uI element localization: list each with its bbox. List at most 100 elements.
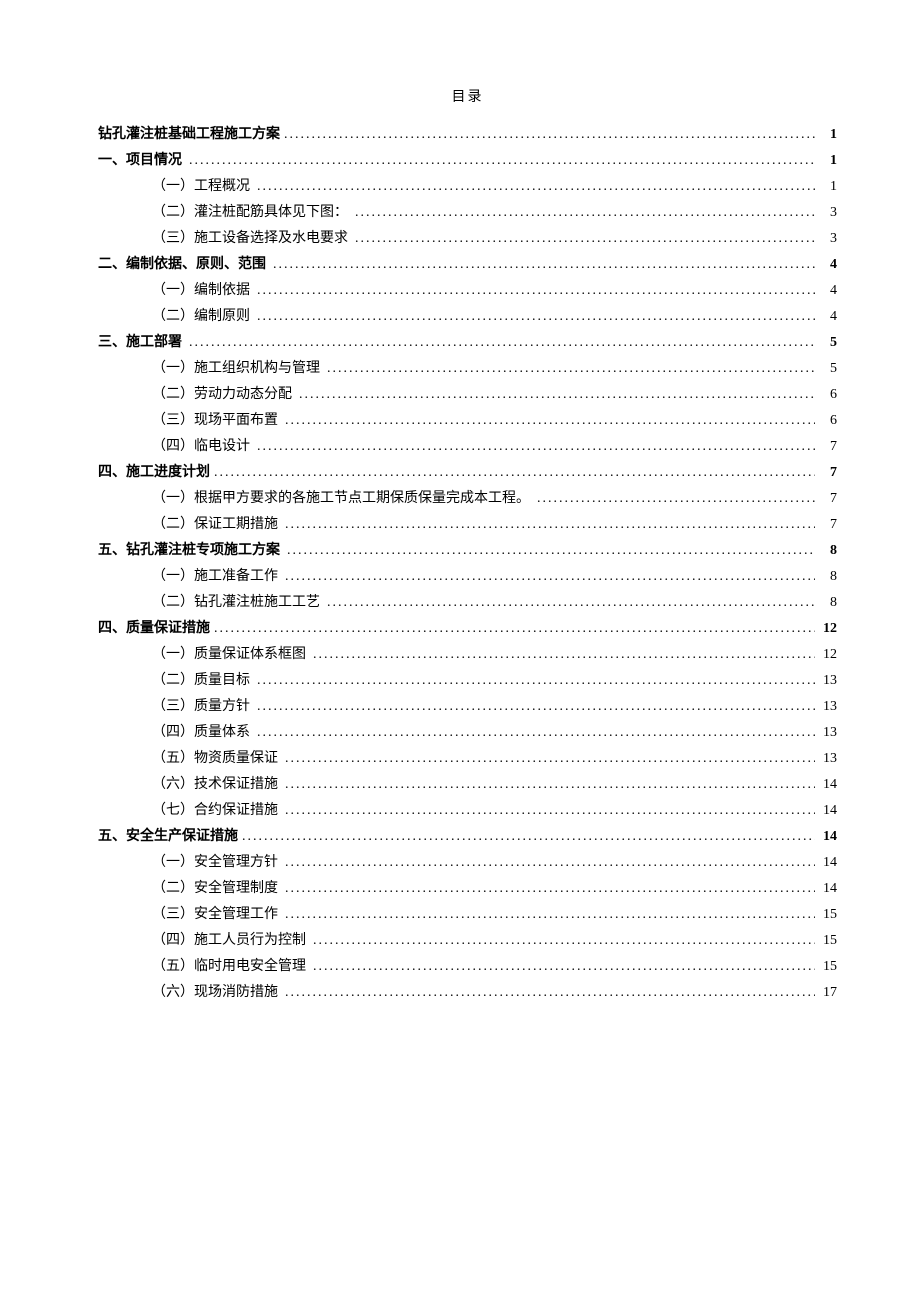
toc-entry-text: （一）编制依据 [152, 278, 250, 304]
toc-entry-page: 13 [819, 720, 837, 746]
toc-leader-dots [285, 980, 815, 1006]
toc-leader-dots [313, 928, 815, 954]
toc-entry-text: 二、编制依据、原则、范围 [98, 252, 266, 278]
toc-entry-page: 14 [819, 824, 837, 850]
toc-entry: （二）钻孔灌注桩施工工艺8 [98, 590, 837, 616]
toc-entry-text: （四）质量体系 [152, 720, 250, 746]
toc-leader-dots [287, 538, 815, 564]
toc-entry: （一）施工准备工作8 [98, 564, 837, 590]
toc-entry: （四）临电设计 7 [98, 434, 837, 460]
toc-leader-dots [285, 798, 815, 824]
toc-entry-text: （四）临电设计 [152, 434, 250, 460]
toc-entry-page: 6 [819, 382, 837, 408]
toc-leader-dots [257, 694, 815, 720]
toc-entry: （三）质量方针13 [98, 694, 837, 720]
toc-entry-text: （二）质量目标 [152, 668, 250, 694]
toc-leader-dots [214, 616, 815, 642]
toc-entry: （一）施工组织机构与管理5 [98, 356, 837, 382]
toc-entry-text: （一）质量保证体系框图 [152, 642, 306, 668]
toc-entry-text: （五）临时用电安全管理 [152, 954, 306, 980]
toc-leader-dots [285, 564, 815, 590]
toc-entry-page: 4 [819, 252, 837, 278]
toc-entry-page: 15 [819, 928, 837, 954]
toc-leader-dots [285, 746, 815, 772]
toc-entry: 钻孔灌注桩基础工程施工方案 1 [98, 122, 837, 148]
toc-entry-page: 14 [819, 876, 837, 902]
toc-entry: （六）技术保证措施14 [98, 772, 837, 798]
toc-entry: （二）劳动力动态分配 6 [98, 382, 837, 408]
toc-entry-page: 15 [819, 902, 837, 928]
toc-entry: （三）现场平面布置6 [98, 408, 837, 434]
toc-leader-dots [214, 460, 815, 486]
toc-leader-dots [257, 278, 815, 304]
toc-leader-dots [189, 330, 815, 356]
toc-entry: 三、施工部署5 [98, 330, 837, 356]
toc-leader-dots [285, 876, 815, 902]
toc-entry-text: 五、安全生产保证措施 [98, 824, 238, 850]
toc-entry: （二）保证工期措施 7 [98, 512, 837, 538]
toc-entry: （二）安全管理制度 14 [98, 876, 837, 902]
toc-leader-dots [285, 850, 815, 876]
toc-container: 钻孔灌注桩基础工程施工方案1一、项目情况1（一）工程概况1（二）灌注桩配筋具体见… [98, 122, 837, 1006]
toc-entry-page: 5 [819, 356, 837, 382]
toc-entry-text: （三）施工设备选择及水电要求 [152, 226, 348, 252]
toc-entry-page: 14 [819, 772, 837, 798]
toc-entry: 四、施工进度计划7 [98, 460, 837, 486]
toc-leader-dots [313, 954, 815, 980]
toc-entry: （一）安全管理方针14 [98, 850, 837, 876]
toc-entry-text: （二）劳动力动态分配 [152, 382, 292, 408]
toc-entry: （四）施工人员行为控制15 [98, 928, 837, 954]
toc-entry-text: （六）现场消防措施 [152, 980, 278, 1006]
toc-entry-text: （五）物资质量保证 [152, 746, 278, 772]
toc-leader-dots [285, 772, 815, 798]
toc-leader-dots [257, 304, 815, 330]
toc-entry: （一）编制依据4 [98, 278, 837, 304]
toc-entry-text: 四、质量保证措施 [98, 616, 210, 642]
toc-entry-page: 3 [819, 200, 837, 226]
toc-entry-page: 14 [819, 850, 837, 876]
toc-entry-text: 五、钻孔灌注桩专项施工方案 [98, 538, 280, 564]
toc-leader-dots [242, 824, 815, 850]
toc-leader-dots [355, 200, 815, 226]
toc-entry-page: 1 [819, 148, 837, 174]
toc-leader-dots [284, 122, 815, 148]
toc-entry-page: 8 [819, 538, 837, 564]
toc-entry-text: 钻孔灌注桩基础工程施工方案 [98, 122, 280, 148]
toc-entry-page: 4 [819, 304, 837, 330]
toc-leader-dots [257, 720, 815, 746]
toc-entry-page: 13 [819, 668, 837, 694]
toc-leader-dots [285, 408, 815, 434]
toc-leader-dots [327, 356, 815, 382]
toc-entry: （五）临时用电安全管理 15 [98, 954, 837, 980]
toc-entry-text: （三）质量方针 [152, 694, 250, 720]
toc-entry-page: 7 [819, 434, 837, 460]
toc-entry-text: （七）合约保证措施 [152, 798, 278, 824]
toc-entry: （四）质量体系 13 [98, 720, 837, 746]
toc-leader-dots [313, 642, 815, 668]
toc-leader-dots [537, 486, 815, 512]
toc-entry-page: 13 [819, 746, 837, 772]
toc-entry: （三）施工设备选择及水电要求3 [98, 226, 837, 252]
toc-entry: 五、钻孔灌注桩专项施工方案 8 [98, 538, 837, 564]
toc-entry-text: （二）安全管理制度 [152, 876, 278, 902]
toc-entry-text: （二）编制原则 [152, 304, 250, 330]
toc-entry-text: （二）灌注桩配筋具体见下图： [152, 200, 348, 226]
toc-entry: （五）物资质量保证 13 [98, 746, 837, 772]
toc-entry-text: 一、项目情况 [98, 148, 182, 174]
toc-entry: （二）质量目标 13 [98, 668, 837, 694]
toc-entry-page: 7 [819, 460, 837, 486]
toc-entry-page: 7 [819, 512, 837, 538]
toc-entry: （二）编制原则 4 [98, 304, 837, 330]
toc-entry: （一）根据甲方要求的各施工节点工期保质保量完成本工程。7 [98, 486, 837, 512]
toc-entry-page: 15 [819, 954, 837, 980]
toc-entry-page: 6 [819, 408, 837, 434]
toc-entry-text: （二）保证工期措施 [152, 512, 278, 538]
toc-leader-dots [273, 252, 815, 278]
toc-entry-text: （二）钻孔灌注桩施工工艺 [152, 590, 320, 616]
toc-leader-dots [257, 668, 815, 694]
toc-entry-text: （一）施工准备工作 [152, 564, 278, 590]
toc-entry: （一）工程概况1 [98, 174, 837, 200]
toc-entry-page: 1 [819, 122, 837, 148]
toc-entry-page: 17 [819, 980, 837, 1006]
toc-entry-page: 12 [819, 642, 837, 668]
